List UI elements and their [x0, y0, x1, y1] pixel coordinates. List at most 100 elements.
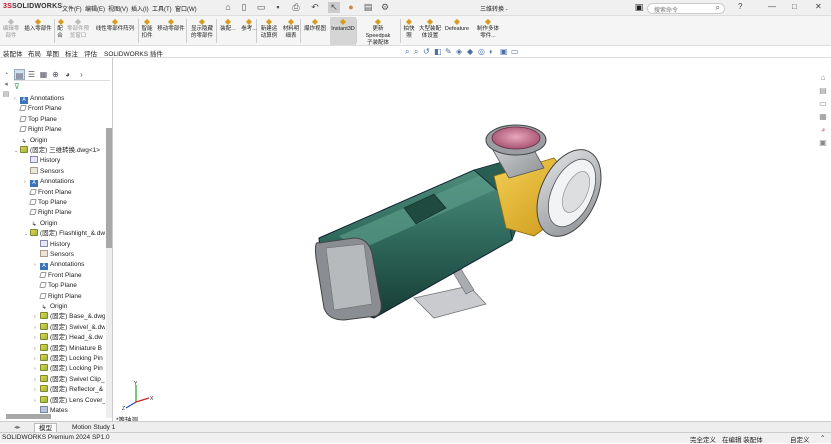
- view-palette-icon[interactable]: ▦: [818, 112, 828, 122]
- configuration-manager-tab-icon[interactable]: ▦: [38, 69, 49, 80]
- tree-item[interactable]: › (固定) Reflector_&: [34, 385, 105, 395]
- command-button-smart-fasteners[interactable]: ◆ 智能 扣件: [140, 17, 154, 40]
- command-button-edit-component[interactable]: ◆ 编辑零 部件: [2, 17, 20, 40]
- tree-item[interactable]: › (固定) Swivel_&.dw: [34, 322, 105, 333]
- tree-item[interactable]: › (固定) Lens Cover_: [34, 395, 105, 406]
- view-settings-icon[interactable]: ▭: [511, 47, 519, 56]
- scrollbar-thumb[interactable]: [106, 128, 112, 248]
- print-icon[interactable]: ⎙: [290, 2, 302, 13]
- solidworks-logo[interactable]: 3SSOLIDWORKS: [3, 3, 62, 10]
- tree-horizontal-scrollbar[interactable]: [6, 414, 51, 419]
- open-icon[interactable]: ▭: [255, 2, 267, 13]
- minimize-icon[interactable]: —: [768, 2, 776, 11]
- command-button-instant3d[interactable]: ◆ Instant3D: [330, 17, 356, 45]
- command-button-insert-component[interactable]: ◆ 插入零部件: [22, 17, 54, 33]
- flashlight-model[interactable]: [114, 58, 816, 421]
- help-icon[interactable]: ?: [738, 2, 742, 11]
- menu-tools[interactable]: 工具(T): [152, 4, 172, 13]
- previous-view-icon[interactable]: ↺: [423, 47, 430, 56]
- apply-scene-icon[interactable]: ▣: [500, 47, 508, 56]
- tree-item[interactable]: ↳ Origin: [24, 219, 105, 229]
- solidworks-resources-icon[interactable]: ⌂: [818, 73, 828, 83]
- tree-item[interactable]: ⌄ (固定) Flashlight_&.dw: [24, 229, 105, 239]
- search-icon[interactable]: ⌕: [716, 3, 720, 13]
- command-button-new-motion-study[interactable]: ◆ 新建运 动算例: [259, 17, 279, 40]
- filter-icon[interactable]: ⊽: [14, 82, 20, 91]
- command-search-icon[interactable]: ▣: [633, 2, 645, 13]
- tree-item[interactable]: Right Plane: [34, 292, 105, 302]
- display-manager-tab-icon[interactable]: ◕: [62, 69, 73, 80]
- options-gear-icon[interactable]: ⚙: [379, 2, 391, 13]
- tree-item[interactable]: › (固定) Swivel Clip_: [34, 374, 105, 385]
- new-document-icon[interactable]: ▯: [238, 2, 250, 13]
- menu-edit[interactable]: 编辑(E): [85, 4, 105, 13]
- command-button-snapshot[interactable]: ◆ 拍快 照: [402, 17, 416, 40]
- hide-show-items-icon[interactable]: ◎: [478, 47, 485, 56]
- command-button-mate[interactable]: ◆ 配 合: [56, 17, 64, 40]
- command-button-large-assembly[interactable]: ◆ 大型装配 体设置: [418, 17, 442, 40]
- menu-window[interactable]: 窗口(W): [175, 4, 197, 13]
- rebuild-icon[interactable]: ●: [345, 2, 357, 13]
- command-button-bom[interactable]: ◆ 材料明 细表: [281, 17, 301, 40]
- custom-properties-icon[interactable]: ▣: [818, 138, 828, 148]
- tab-addins[interactable]: SOLIDWORKS 插件: [104, 48, 163, 58]
- zoom-to-fit-icon[interactable]: ⌕: [405, 47, 409, 57]
- command-button-reference-geometry[interactable]: ◆ 参考...: [240, 17, 258, 33]
- configuration-icon[interactable]: ▤: [1, 90, 11, 99]
- close-icon[interactable]: ✕: [815, 2, 822, 11]
- maximize-icon[interactable]: □: [792, 2, 797, 11]
- select-icon[interactable]: ↖: [328, 2, 340, 13]
- file-explorer-icon[interactable]: ▭: [818, 99, 828, 109]
- save-icon[interactable]: ▪: [272, 2, 284, 13]
- tab-evaluate[interactable]: 评估: [84, 48, 97, 58]
- zoom-area-icon[interactable]: ⌕: [414, 47, 418, 57]
- tree-item[interactable]: Front Plane: [34, 271, 105, 281]
- tree-item[interactable]: ↳ Origin: [14, 136, 105, 146]
- menu-view[interactable]: 视图(V): [108, 4, 128, 13]
- section-view-icon[interactable]: ◧: [434, 47, 442, 56]
- tree-item[interactable]: History: [24, 156, 105, 166]
- tree-item[interactable]: Top Plane: [24, 198, 105, 208]
- undo-icon[interactable]: ↶: [309, 2, 321, 13]
- tree-item[interactable]: Right Plane: [14, 125, 105, 135]
- tree-vertical-scrollbar[interactable]: [106, 128, 112, 418]
- tree-item[interactable]: History: [34, 239, 105, 250]
- tree-item[interactable]: › A Annotations: [34, 260, 105, 271]
- tree-item[interactable]: Top Plane: [14, 115, 105, 125]
- dynamic-annotation-icon[interactable]: ✎: [445, 47, 452, 56]
- tree-item[interactable]: ⌄ (固定) 三维转换.dwg<1>: [14, 146, 105, 156]
- tab-markup[interactable]: 标注: [65, 48, 78, 58]
- display-style-icon[interactable]: ◆: [467, 47, 473, 56]
- tree-item[interactable]: Front Plane: [24, 188, 105, 198]
- appearances-icon[interactable]: ◕: [818, 125, 828, 135]
- tree-item[interactable]: Right Plane: [24, 208, 105, 218]
- dimxpert-tab-icon[interactable]: ⊕: [50, 69, 61, 80]
- tree-item[interactable]: › A Annotations: [14, 94, 105, 104]
- command-button-move-component[interactable]: ◆ 移动零部件: [155, 17, 187, 33]
- more-tabs-icon[interactable]: ›: [76, 69, 87, 80]
- tree-item[interactable]: Front Plane: [14, 104, 105, 114]
- tree-item[interactable]: › (固定) Head_&.dw: [34, 333, 105, 343]
- command-button-speedpak[interactable]: ◆ 更新 Speedpak 子装配体: [358, 17, 398, 47]
- search-field[interactable]: 搜索命令 ⌕: [647, 3, 725, 14]
- tree-item[interactable]: › (固定) Base_&.dwg: [34, 312, 105, 322]
- command-button-assembly-features[interactable]: ◆ 装配...: [218, 17, 238, 33]
- command-button-linear-pattern[interactable]: ◆ 线性零部件阵列: [93, 17, 137, 33]
- command-button-show-hidden[interactable]: ◆ 显示隐藏 的零部件: [188, 17, 216, 40]
- tab-layout[interactable]: 布局: [28, 48, 41, 58]
- command-button-exploded-view[interactable]: ◆ 爆炸视图: [302, 17, 328, 33]
- view-orientation-icon[interactable]: ◈: [456, 47, 462, 56]
- design-library-icon[interactable]: ▤: [818, 86, 828, 96]
- tree-item[interactable]: Sensors: [34, 250, 105, 260]
- tree-item[interactable]: › (固定) Locking Pin: [34, 354, 105, 364]
- edit-appearance-icon[interactable]: ◐: [489, 47, 494, 56]
- tree-item[interactable]: › (固定) Locking Pin: [34, 364, 105, 374]
- tree-item[interactable]: › A Annotations: [24, 177, 105, 188]
- status-expand-icon[interactable]: ⌃: [820, 434, 825, 442]
- property-manager-tab-icon[interactable]: ☰: [26, 69, 37, 80]
- tree-item[interactable]: Sensors: [24, 166, 105, 177]
- file-properties-icon[interactable]: ▤: [362, 2, 374, 13]
- tab-sketch[interactable]: 草图: [46, 48, 59, 58]
- tree-item[interactable]: Top Plane: [34, 281, 105, 291]
- command-button-defeature[interactable]: ◆ Defeature: [443, 17, 471, 33]
